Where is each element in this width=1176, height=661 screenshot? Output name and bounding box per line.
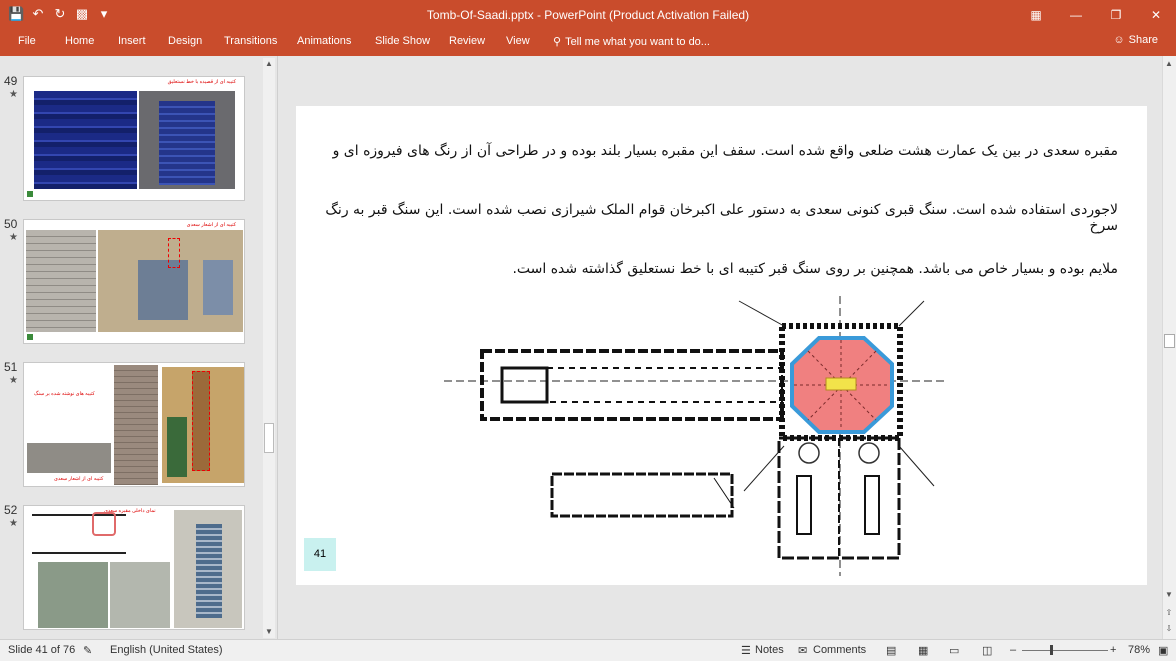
tab-file[interactable]: File	[18, 35, 36, 47]
normal-view-icon[interactable]: ▤	[886, 644, 896, 657]
thumbnail-number: 49	[4, 74, 18, 88]
thumbnail-scrollbar[interactable]: ▲ ▼	[263, 58, 275, 638]
thumbnail-number: 50	[4, 217, 18, 231]
zoom-slider[interactable]	[1022, 645, 1108, 655]
tomb-floor-plan[interactable]	[444, 296, 944, 581]
previous-slide-icon[interactable]: ⇧	[1163, 607, 1175, 619]
tab-insert[interactable]: Insert	[118, 35, 146, 47]
thumbnail-title: کتیبه های نوشته شده بر سنگ	[34, 391, 95, 397]
thumbnail-slide-49[interactable]: کتیبه ای از قصیده با خط نستعلیق	[23, 76, 245, 201]
zoom-level[interactable]: 78%	[1128, 644, 1150, 656]
slide-page-number: 41	[304, 538, 336, 571]
tab-review[interactable]: Review	[449, 35, 485, 47]
scroll-up-icon[interactable]: ▲	[263, 58, 275, 70]
share-label: Share	[1128, 34, 1158, 46]
animation-star-icon: ★	[9, 518, 18, 529]
slide-sorter-icon[interactable]: ▦	[918, 644, 928, 657]
tab-slide-show[interactable]: Slide Show	[375, 35, 430, 47]
spellcheck-icon[interactable]: ✎	[83, 644, 92, 657]
slide-counter: Slide 41 of 76	[8, 644, 76, 656]
comments-button[interactable]: Comments	[813, 644, 866, 656]
scroll-thumb[interactable]	[1164, 334, 1175, 348]
thumbnail-image	[98, 230, 243, 332]
notes-button[interactable]: Notes	[755, 644, 784, 656]
thumbnail-slide-52[interactable]: نمای داخلی مقبره سعدی	[23, 505, 245, 630]
fit-to-window-icon[interactable]: ▣	[1158, 644, 1168, 657]
close-button[interactable]: ✕	[1136, 0, 1176, 30]
slide-text-line[interactable]: مقبره سعدی در بین یک عمارت هشت ضلعی واقع…	[318, 143, 1118, 159]
thumbnail-number: 52	[4, 503, 18, 517]
notes-icon[interactable]: ☰	[741, 644, 751, 657]
thumbnail-title: کتیبه ای از اشعار سعدی	[186, 222, 236, 228]
tab-animations[interactable]: Animations	[297, 35, 351, 47]
thumbnail-badge-icon	[27, 334, 33, 340]
zoom-out-button[interactable]: –	[1010, 644, 1016, 656]
tomb-stone	[825, 377, 857, 391]
window-title: Tomb-Of-Saadi.pptx - PowerPoint (Product…	[426, 8, 750, 22]
slide-editor: مقبره سعدی در بین یک عمارت هشت ضلعی واقع…	[279, 56, 1162, 639]
tab-transitions[interactable]: Transitions	[224, 35, 277, 47]
slide-show-icon[interactable]: ◫	[982, 644, 992, 657]
thumbnail-number: 51	[4, 360, 18, 374]
thumbnail-title: کتیبه ای از قصیده با خط نستعلیق	[167, 79, 236, 85]
slide-text-line[interactable]: ملایم بوده و بسیار خاص می باشد. همچنین ب…	[318, 261, 1118, 277]
tab-home[interactable]: Home	[65, 35, 94, 47]
tab-design[interactable]: Design	[168, 35, 202, 47]
lightbulb-icon: ⚲	[553, 36, 562, 48]
scroll-thumb[interactable]	[264, 423, 274, 453]
reading-view-icon[interactable]: ▭	[949, 644, 959, 657]
language-indicator[interactable]: English (United States)	[110, 644, 223, 656]
thumbnail-image	[139, 91, 235, 189]
status-bar: Slide 41 of 76 ✎ English (United States)…	[0, 639, 1176, 661]
editor-scrollbar[interactable]: ▲ ▼ ⇧ ⇩	[1162, 56, 1176, 639]
thumbnail-image	[162, 367, 244, 483]
title-bar: 💾 ↶ ↻ ▩ ▾ Tomb-Of-Saadi.pptx - PowerPoin…	[0, 0, 1176, 30]
tell-me-box[interactable]: ⚲ Tell me what you want to do...	[553, 35, 710, 49]
thumbnail-image	[110, 562, 170, 628]
scroll-up-icon[interactable]: ▲	[1163, 58, 1175, 70]
zoom-slider-thumb[interactable]	[1050, 645, 1053, 655]
thumbnail-image	[34, 91, 137, 189]
thumbnail-image	[38, 562, 108, 628]
slide-thumbnail-panel: 49 ★ کتیبه ای از قصیده با خط نستعلیق 50 …	[0, 56, 278, 639]
thumbnail-caption: کتیبه ای از اشعار سعدی	[54, 476, 104, 482]
thumbnail-badge-icon	[27, 191, 33, 197]
slide-text-line[interactable]: لاجوردی استفاده شده است. سنگ قبری کنونی …	[318, 202, 1118, 234]
ribbon-display-icon[interactable]: ▦	[1016, 0, 1056, 30]
thumbnail-slide-51[interactable]: کتیبه های نوشته شده بر سنگ کتیبه ای از ا…	[23, 362, 245, 487]
thumbnail-floorplan	[32, 512, 126, 554]
scroll-down-icon[interactable]: ▼	[263, 626, 275, 638]
thumbnail-image	[27, 443, 111, 473]
animation-star-icon: ★	[9, 375, 18, 386]
minimize-button[interactable]: —	[1056, 0, 1096, 30]
restore-button[interactable]: ❐	[1096, 0, 1136, 30]
thumbnail-image	[174, 510, 242, 628]
thumbnail-image	[114, 365, 158, 485]
person-icon: ☺	[1113, 34, 1125, 46]
ribbon-tabs: File Home Insert Design Transitions Anim…	[0, 30, 1176, 56]
slide-canvas[interactable]: مقبره سعدی در بین یک عمارت هشت ضلعی واقع…	[296, 106, 1147, 585]
share-button[interactable]: ☺ Share	[1113, 34, 1158, 46]
comments-icon[interactable]: ✉	[798, 644, 807, 657]
tab-view[interactable]: View	[506, 35, 530, 47]
next-slide-icon[interactable]: ⇩	[1163, 623, 1175, 635]
animation-star-icon: ★	[9, 232, 18, 243]
window-controls: ▦ — ❐ ✕	[1016, 0, 1176, 30]
thumbnail-image	[26, 230, 96, 332]
tell-me-label: Tell me what you want to do...	[565, 35, 710, 48]
thumbnail-slide-50[interactable]: کتیبه ای از اشعار سعدی	[23, 219, 245, 344]
zoom-in-button[interactable]: +	[1110, 644, 1116, 656]
animation-star-icon: ★	[9, 89, 18, 100]
scroll-down-icon[interactable]: ▼	[1163, 589, 1175, 601]
